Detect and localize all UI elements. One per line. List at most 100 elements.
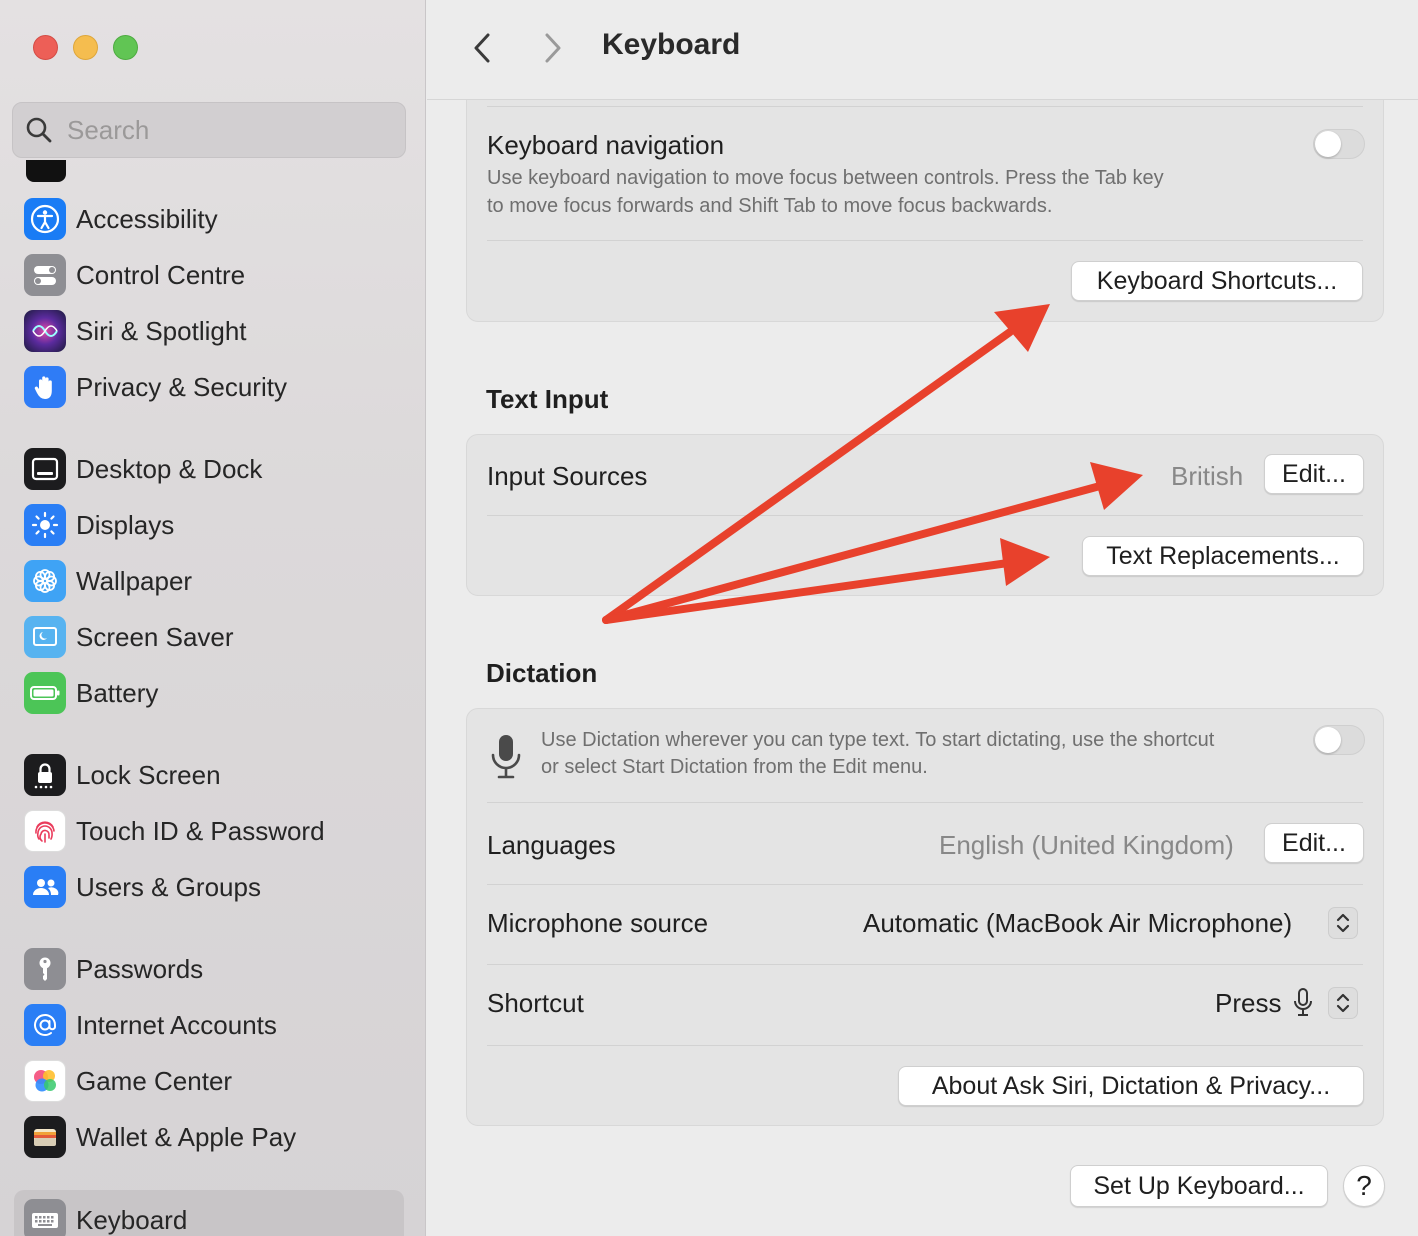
sidebar-item-label: Battery xyxy=(76,677,159,708)
languages-edit-button[interactable]: Edit... xyxy=(1264,823,1364,863)
toggle-knob xyxy=(1315,727,1341,753)
dictation-toggle[interactable] xyxy=(1313,725,1365,755)
keyboard-navigation-label: Keyboard navigation xyxy=(487,130,725,160)
divider xyxy=(487,106,1363,107)
sidebar-item-label: Wallpaper xyxy=(76,565,193,596)
battery-icon xyxy=(24,672,66,714)
sidebar-item-label: Displays xyxy=(76,509,175,540)
input-sources-label: Input Sources xyxy=(487,461,648,491)
chevron-left-icon xyxy=(474,33,490,63)
chevron-up-down-icon xyxy=(1336,993,1350,1013)
text-input-section-title: Text Input xyxy=(486,384,609,414)
chevron-right-icon xyxy=(545,33,561,63)
close-window-button[interactable] xyxy=(33,35,58,60)
input-sources-edit-button[interactable]: Edit... xyxy=(1264,454,1364,494)
sidebar-item-displays[interactable]: Displays xyxy=(24,499,404,551)
search-input[interactable] xyxy=(67,114,367,146)
main-pane: Keyboard Keyboard navigation Use keyboar… xyxy=(427,0,1418,1236)
description-line: or select Start Dictation from the Edit … xyxy=(541,756,928,778)
sidebar-item-label: Keyboard xyxy=(76,1204,188,1235)
sidebar-item-screen-saver[interactable]: Screen Saver xyxy=(24,611,404,663)
description-line: Use keyboard navigation to move focus be… xyxy=(487,167,1164,189)
microphone-source-popup[interactable] xyxy=(1328,907,1358,939)
keyboard-navigation-toggle[interactable] xyxy=(1313,129,1365,159)
dictation-section-title: Dictation xyxy=(486,658,598,688)
sidebar-item-label: Desktop & Dock xyxy=(76,453,263,484)
sidebar-item-passwords[interactable]: Passwords xyxy=(24,943,404,995)
sidebar-item-desktop-dock[interactable]: Desktop & Dock xyxy=(24,443,404,495)
siri-icon xyxy=(24,310,66,352)
shortcut-popup[interactable] xyxy=(1328,987,1358,1019)
minimize-window-button[interactable] xyxy=(73,35,98,60)
help-button[interactable]: ? xyxy=(1343,1165,1385,1207)
chevron-up-down-icon xyxy=(1336,913,1350,933)
page-title: Keyboard xyxy=(602,28,741,61)
sidebar-item-label: Privacy & Security xyxy=(76,371,287,402)
key-icon xyxy=(24,948,66,990)
sidebar-item-users-groups[interactable]: Users & Groups xyxy=(24,861,404,913)
languages-label: Languages xyxy=(487,830,616,860)
microphone-icon xyxy=(491,735,521,779)
toolbar: Keyboard xyxy=(427,0,1418,100)
sidebar-item-label: Lock Screen xyxy=(76,759,221,790)
sidebar-item-siri-spotlight[interactable]: Siri & Spotlight xyxy=(24,305,404,357)
sidebar-item-label: Wallet & Apple Pay xyxy=(76,1121,297,1152)
divider xyxy=(487,1045,1363,1046)
users-icon xyxy=(24,866,66,908)
forward-button[interactable] xyxy=(535,28,571,68)
fingerprint-icon xyxy=(24,810,66,852)
sidebar-item-label: Passwords xyxy=(76,953,204,984)
microphone-key-icon xyxy=(1294,988,1312,1016)
microphone-source-label: Microphone source xyxy=(487,908,709,938)
sidebar-item-control-centre[interactable]: Control Centre xyxy=(24,249,404,301)
sidebar-item-label: Game Center xyxy=(76,1065,233,1096)
keyboard-navigation-card: Keyboard navigation Use keyboard navigat… xyxy=(466,100,1384,322)
divider xyxy=(487,802,1363,803)
sidebar: Accessibility Control Centre Siri & Spot… xyxy=(0,0,426,1236)
text-input-card: Input Sources British Edit... Text Repla… xyxy=(466,434,1384,596)
sidebar-item-label: Internet Accounts xyxy=(76,1009,277,1040)
divider xyxy=(487,884,1363,885)
displays-icon xyxy=(24,504,66,546)
about-siri-dictation-privacy-button[interactable]: About Ask Siri, Dictation & Privacy... xyxy=(898,1066,1364,1106)
sidebar-item-wallpaper[interactable]: Wallpaper xyxy=(24,555,404,607)
sidebar-item-lock-screen[interactable]: Lock Screen xyxy=(24,749,404,801)
sidebar-item-label: Users & Groups xyxy=(76,871,261,902)
back-button[interactable] xyxy=(464,28,500,68)
description-line: Use Dictation wherever you can type text… xyxy=(541,729,1215,751)
wallet-icon xyxy=(24,1116,66,1158)
input-sources-value: British xyxy=(1171,461,1244,491)
game-center-icon xyxy=(24,1060,66,1102)
keyboard-icon xyxy=(24,1199,66,1236)
text-replacements-button[interactable]: Text Replacements... xyxy=(1082,536,1364,576)
control-centre-icon xyxy=(24,254,66,296)
desktop-dock-icon xyxy=(24,448,66,490)
dictation-card: Use Dictation wherever you can type text… xyxy=(466,708,1384,1126)
zoom-window-button[interactable] xyxy=(113,35,138,60)
sidebar-item-label: Touch ID & Password xyxy=(76,815,325,846)
divider xyxy=(487,964,1363,965)
sidebar-item-label: Siri & Spotlight xyxy=(76,315,247,346)
screen-saver-icon xyxy=(24,616,66,658)
at-icon xyxy=(24,1004,66,1046)
hand-icon xyxy=(24,366,66,408)
sidebar-item-label: Control Centre xyxy=(76,259,246,290)
sidebar-item-accessibility[interactable]: Accessibility xyxy=(24,193,404,245)
sidebar-item-battery[interactable]: Battery xyxy=(24,667,404,719)
sidebar-item-keyboard[interactable]: Keyboard xyxy=(14,1190,404,1236)
sidebar-item-game-center[interactable]: Game Center xyxy=(24,1055,404,1107)
microphone-source-value[interactable]: Automatic (MacBook Air Microphone) xyxy=(863,908,1292,939)
sidebar-item-privacy-security[interactable]: Privacy & Security xyxy=(24,361,404,413)
keyboard-shortcuts-button[interactable]: Keyboard Shortcuts... xyxy=(1071,261,1363,301)
shortcut-value[interactable]: Press xyxy=(1215,988,1281,1019)
divider xyxy=(487,515,1363,516)
search-field[interactable] xyxy=(12,102,406,158)
sidebar-item-wallet-apple-pay[interactable]: Wallet & Apple Pay xyxy=(24,1111,404,1163)
languages-value: English (United Kingdom) xyxy=(939,830,1234,860)
description-line: to move focus forwards and Shift Tab to … xyxy=(487,195,1053,217)
partial-sidebar-icon xyxy=(26,160,66,182)
shortcut-label: Shortcut xyxy=(487,988,584,1018)
sidebar-item-touch-id-password[interactable]: Touch ID & Password xyxy=(24,805,404,857)
set-up-keyboard-button[interactable]: Set Up Keyboard... xyxy=(1070,1165,1328,1207)
sidebar-item-internet-accounts[interactable]: Internet Accounts xyxy=(24,999,404,1051)
